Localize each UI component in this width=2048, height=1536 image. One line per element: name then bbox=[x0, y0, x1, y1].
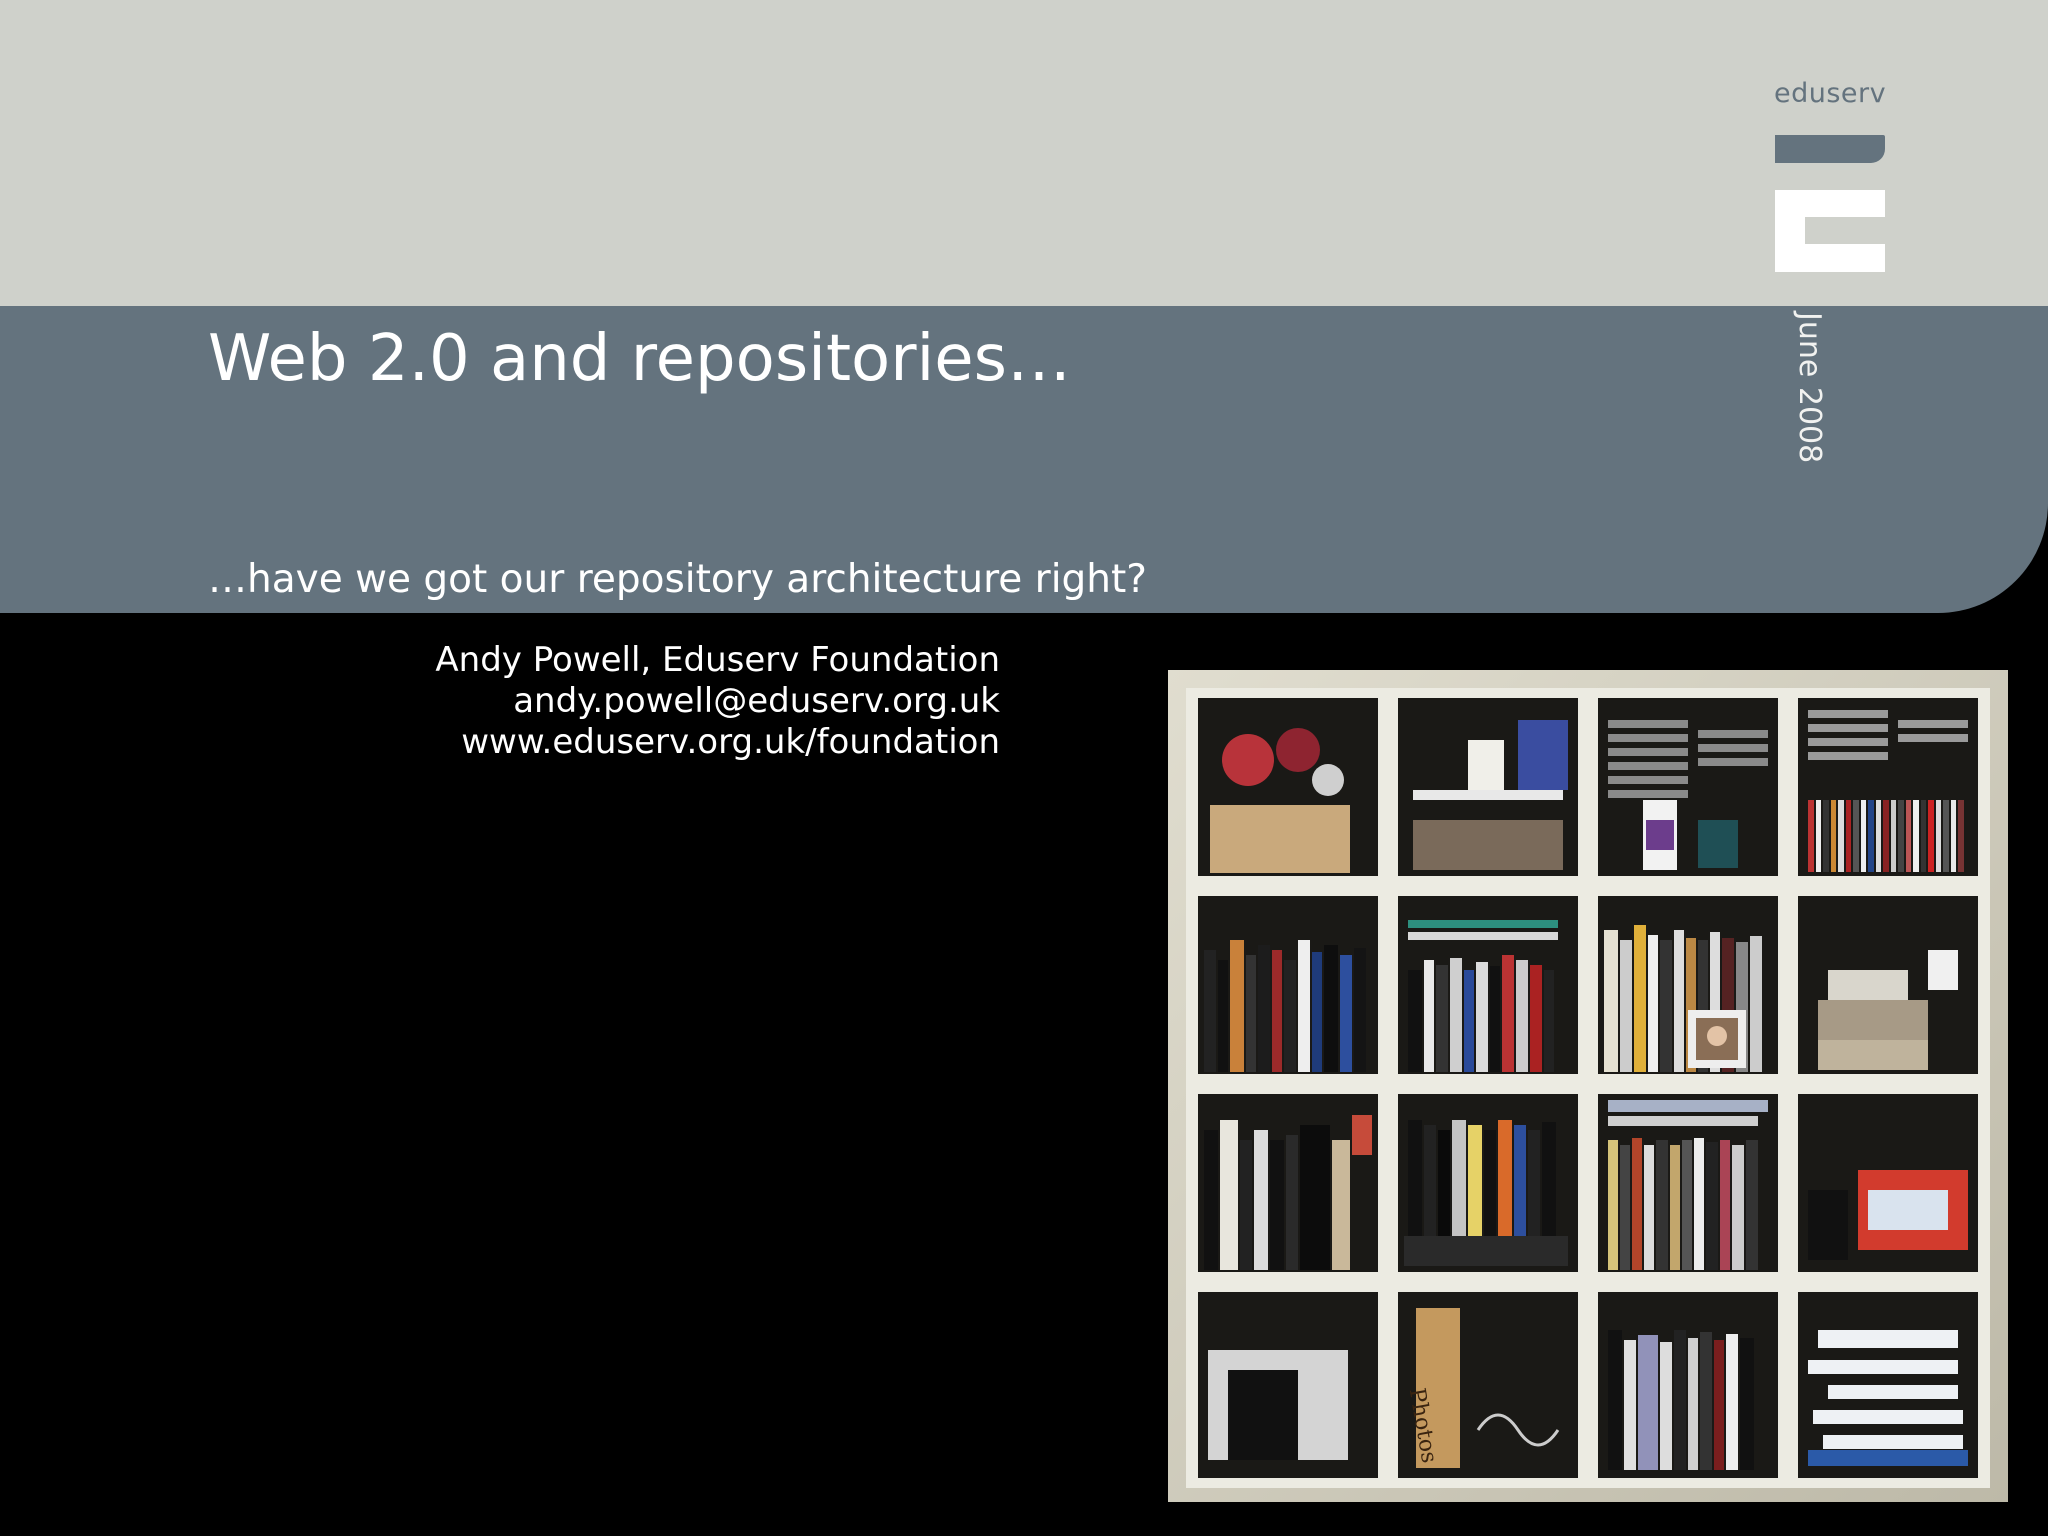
slide-subtitle: …have we got our repository architecture… bbox=[208, 557, 1148, 602]
slide-date: June 2008 bbox=[1792, 312, 1827, 464]
author-email: andy.powell@eduserv.org.uk bbox=[513, 681, 1000, 721]
header-band-light bbox=[0, 0, 2048, 306]
eduserv-logo-text: eduserv bbox=[1774, 78, 1887, 109]
eduserv-logo-bar bbox=[1775, 135, 1885, 163]
slide-title: Web 2.0 and repositories… bbox=[208, 322, 1071, 396]
bookshelf-photo: Photos bbox=[1168, 670, 2008, 1502]
eduserv-logo-mark-notch bbox=[1805, 217, 1885, 244]
author-block: Andy Powell, Eduserv Foundation andy.pow… bbox=[435, 640, 1000, 763]
bookshelf-illustration: Photos bbox=[1168, 670, 2008, 1502]
author-url: www.eduserv.org.uk/foundation bbox=[461, 722, 1000, 762]
author-name: Andy Powell, Eduserv Foundation bbox=[435, 640, 1000, 680]
